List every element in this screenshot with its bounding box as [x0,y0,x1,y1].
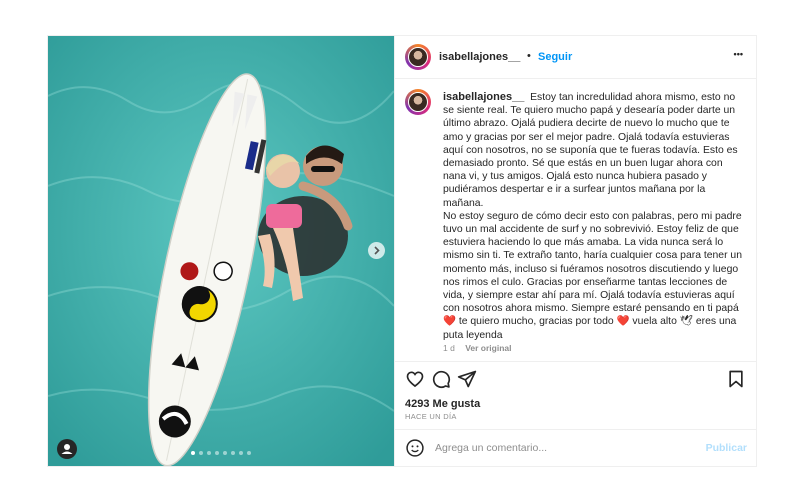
caption-username[interactable]: isabellajones__ [443,91,524,103]
post-photo[interactable] [48,36,394,466]
caption-tail-2: vuela alto [629,316,680,328]
user-tag-icon [61,444,73,454]
caption-meta: 1 d Ver original [443,343,512,353]
comment-bar: Publicar [395,429,757,467]
chevron-right-icon [374,246,380,255]
emoji-icon[interactable] [405,438,425,458]
post-header: isabellajones__ • Seguir ••• [395,36,757,79]
caption-tail-1: te quiero mucho, gracias por todo [455,316,617,328]
share-icon[interactable] [457,369,477,389]
see-original-link[interactable]: Ver original [465,343,511,353]
post-caption: isabellajones__ Estoy tan incredulidad a… [443,91,743,342]
post-details-panel: isabellajones__ • Seguir ••• isabellajon… [394,36,757,466]
next-slide-button[interactable] [368,242,385,259]
surf-photo-illustration [48,36,394,466]
publish-button[interactable]: Publicar [706,442,747,454]
carousel-dot [207,451,211,455]
red-heart-emoji: ❤️ [616,316,630,328]
avatar[interactable] [405,44,431,70]
carousel-dot [231,451,235,455]
user-tag-button[interactable] [57,439,77,459]
carousel-indicator [48,451,394,455]
action-bar [395,361,757,392]
caption-avatar[interactable] [405,89,431,115]
heart-icon[interactable] [405,369,425,389]
caption-paragraph-2: No estoy seguro de cómo decir esto con p… [443,210,742,315]
carousel-dot [215,451,219,455]
post-timestamp: HACE UN DÍA [405,412,457,421]
carousel-dot [191,451,195,455]
follow-button[interactable]: Seguir [538,51,572,63]
angel-wings-emoji: 🕊 [679,316,693,328]
username-link[interactable]: isabellajones__ [439,51,520,63]
red-heart-emoji: ❤️ [443,316,456,328]
post-card: isabellajones__ • Seguir ••• isabellajon… [47,35,757,467]
carousel-dot [247,451,251,455]
comment-icon[interactable] [431,369,451,389]
carousel-dot [199,451,203,455]
carousel-dot [223,451,227,455]
more-options-button[interactable]: ••• [734,49,743,59]
time-ago: 1 d [443,343,455,353]
likes-count[interactable]: 4293 Me gusta [405,398,480,410]
caption-paragraph-1: Estoy tan incredulidad ahora mismo, esto… [443,92,738,209]
carousel-dot [239,451,243,455]
separator-dot: • [527,50,531,62]
bookmark-icon[interactable] [726,369,746,389]
comment-input[interactable] [433,441,687,455]
